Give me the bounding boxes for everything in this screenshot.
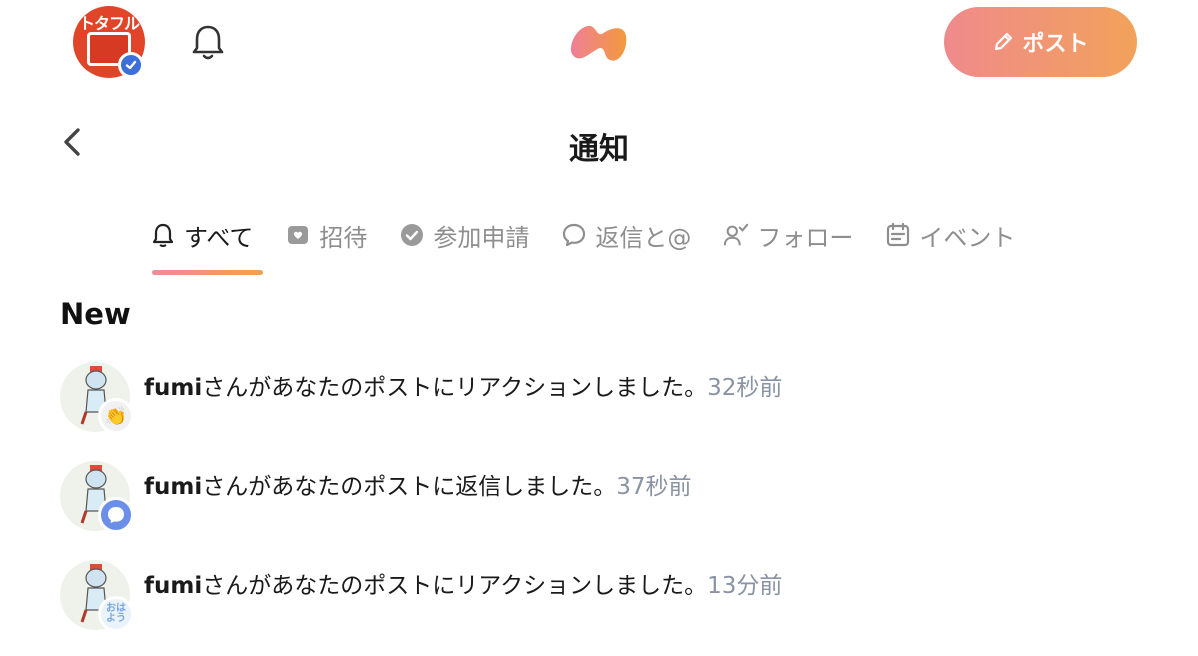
- tab-replies-mentions[interactable]: 返信と@: [561, 214, 691, 256]
- notification-time: 37秒前: [616, 474, 692, 500]
- verified-badge-icon: [118, 52, 144, 78]
- tab-all[interactable]: すべて: [150, 214, 253, 256]
- page-title: 通知: [569, 132, 629, 167]
- post-button[interactable]: ポスト: [944, 7, 1137, 77]
- app-logo-icon[interactable]: [566, 18, 630, 68]
- tab-label: 返信と@: [595, 223, 692, 252]
- speech-bubble-icon: [561, 222, 587, 248]
- pencil-icon: [995, 32, 1013, 51]
- notification-user: fumi: [144, 573, 203, 599]
- tab-label: フォロー: [757, 223, 854, 252]
- notification-message: さんがあなたのポストに返信しました。: [202, 474, 617, 500]
- notification-item[interactable]: fumiさんがあなたのポストに返信しました。37秒前: [60, 461, 1160, 541]
- tab-events[interactable]: イベント: [885, 214, 1015, 256]
- tab-invite[interactable]: 招待: [285, 214, 367, 256]
- tab-label: 参加申請: [433, 223, 530, 252]
- notification-message: さんがあなたのポストにリアクションしました。: [202, 375, 708, 401]
- notification-tabs: すべて 招待 参加申請 返信と@ フォロー イベント: [150, 214, 1015, 278]
- reply-bubble-icon: [98, 497, 134, 533]
- notification-time: 32秒前: [707, 375, 783, 401]
- tab-label: すべて: [184, 223, 254, 252]
- clap-emoji-icon: 👏: [98, 398, 134, 434]
- section-title-new: New: [60, 297, 131, 331]
- tab-label: イベント: [919, 223, 1016, 252]
- notification-user: fumi: [144, 375, 203, 401]
- active-tab-indicator: [152, 270, 263, 275]
- invite-icon: [285, 222, 311, 248]
- notification-item[interactable]: 👏 fumiさんがあなたのポストにリアクションしました。32秒前: [60, 362, 1160, 442]
- top-bar: トタフル ポスト: [0, 0, 1198, 90]
- tab-follow[interactable]: フォロー: [723, 214, 853, 256]
- user-check-icon: [723, 222, 749, 248]
- sticker-text: おはよう: [106, 603, 126, 624]
- calendar-icon: [885, 222, 911, 248]
- check-circle-icon: [399, 222, 425, 248]
- ohayo-sticker-icon: おはよう: [98, 596, 134, 632]
- tab-join-requests[interactable]: 参加申請: [399, 214, 529, 256]
- bell-icon: [150, 222, 176, 248]
- notification-text: fumiさんがあなたのポストに返信しました。37秒前: [144, 467, 692, 501]
- notification-bell-icon[interactable]: [190, 22, 226, 62]
- avatar-sign-text: トタフル: [79, 14, 140, 33]
- tab-label: 招待: [319, 223, 368, 252]
- notification-user: fumi: [144, 474, 203, 500]
- post-button-label: ポスト: [1022, 32, 1089, 57]
- page-header: 通知: [0, 110, 1198, 174]
- notification-text: fumiさんがあなたのポストにリアクションしました。32秒前: [144, 368, 782, 402]
- notification-item[interactable]: おはよう fumiさんがあなたのポストにリアクションしました。13分前: [60, 560, 1160, 640]
- notification-text: fumiさんがあなたのポストにリアクションしました。13分前: [144, 566, 782, 600]
- notification-message: さんがあなたのポストにリアクションしました。: [202, 573, 708, 599]
- notification-time: 13分前: [707, 573, 783, 599]
